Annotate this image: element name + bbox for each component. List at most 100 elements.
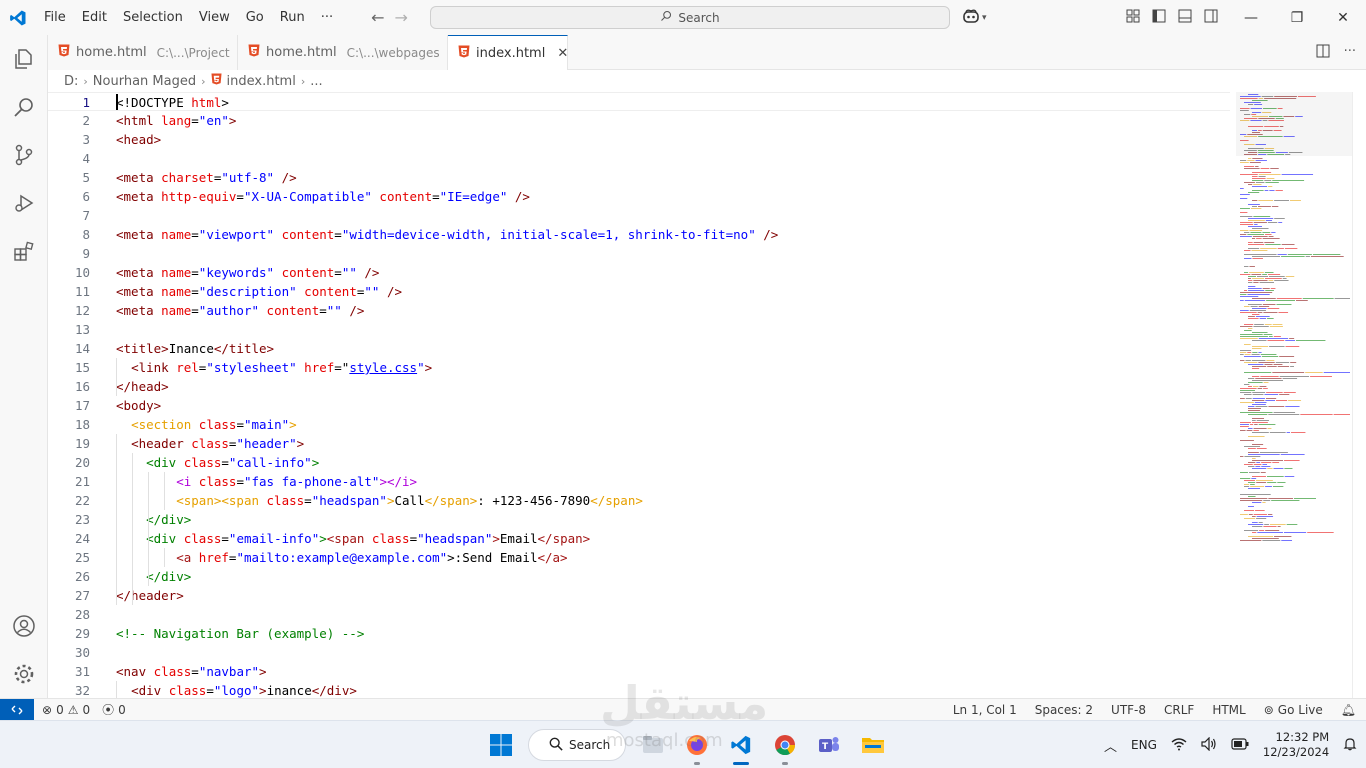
menu-view[interactable]: View — [191, 0, 238, 35]
code-line[interactable]: 28 — [48, 605, 1230, 624]
code-line[interactable]: 1 <!DOCTYPE html> — [48, 92, 1230, 111]
toggle-primary-sidebar-icon[interactable] — [1152, 9, 1166, 27]
command-center-search[interactable]: Search — [430, 6, 950, 29]
menu-more[interactable]: ··· — [313, 0, 341, 35]
extensions-icon[interactable] — [0, 227, 48, 275]
code-line[interactable]: 12 <meta name="author" content="" /> — [48, 301, 1230, 320]
minimap-token — [1255, 406, 1268, 407]
breadcrumb-folder[interactable]: Nourhan Maged — [93, 74, 196, 89]
tab-label: index.html — [476, 45, 546, 61]
close-icon[interactable]: ✕ — [1320, 0, 1366, 35]
code-editor[interactable]: 1 <!DOCTYPE html> 2 <html lang="en"> 3 <head>… — [48, 92, 1230, 698]
code-line[interactable]: 23 </div> — [48, 510, 1230, 529]
code-line[interactable]: 29 <!-- Navigation Bar (example) --> — [48, 624, 1230, 643]
copilot-button[interactable]: ▾ — [962, 8, 987, 28]
tab-home-project[interactable]: home.html C:\...\Project — [48, 35, 238, 70]
code-line[interactable]: 14 <title>Inance</title> — [48, 339, 1230, 358]
code-line[interactable]: 27 </header> — [48, 586, 1230, 605]
code-line[interactable]: 21 <i class="fas fa-phone-alt"></i> — [48, 472, 1230, 491]
source-control-icon[interactable] — [0, 131, 48, 179]
run-debug-icon[interactable] — [0, 179, 48, 227]
minimap-token — [1252, 526, 1263, 527]
tab-index[interactable]: index.html ✕ — [448, 35, 568, 70]
code-line[interactable]: 18 <section class="main"> — [48, 415, 1230, 434]
minimap-token — [1255, 510, 1265, 511]
accounts-icon[interactable] — [0, 602, 48, 650]
code-line[interactable]: 8 <meta name="viewport" content="width=de… — [48, 225, 1230, 244]
maximize-icon[interactable]: ❐ — [1274, 0, 1320, 35]
code-line[interactable]: 13 — [48, 320, 1230, 339]
code-line[interactable]: 9 — [48, 244, 1230, 263]
encoding[interactable]: UTF-8 — [1111, 703, 1146, 717]
line-ending[interactable]: CRLF — [1164, 703, 1194, 717]
breadcrumb-file[interactable]: index.html — [227, 74, 296, 89]
toggle-panel-icon[interactable] — [1178, 9, 1192, 27]
battery-icon[interactable] — [1231, 737, 1249, 753]
more-actions-icon[interactable]: ··· — [1344, 44, 1356, 62]
volume-icon[interactable] — [1201, 736, 1217, 754]
menu-run[interactable]: Run — [272, 0, 313, 35]
code-line[interactable]: 26 </div> — [48, 567, 1230, 586]
folder-icon[interactable] — [856, 728, 890, 762]
minimap[interactable] — [1236, 92, 1352, 698]
minimap-token — [1252, 180, 1264, 181]
menu-edit[interactable]: Edit — [74, 0, 115, 35]
minimap-token — [1248, 436, 1265, 437]
code-line[interactable]: 10 <meta name="keywords" content="" /> — [48, 263, 1230, 282]
menu-go[interactable]: Go — [238, 0, 272, 35]
vertical-scrollbar[interactable] — [1352, 92, 1366, 698]
explorer-icon[interactable] — [0, 35, 48, 83]
wifi-icon[interactable] — [1171, 737, 1187, 754]
minimize-icon[interactable]: — — [1228, 0, 1274, 35]
go-live-button[interactable]: ⊚ Go Live — [1264, 703, 1323, 717]
chrome-icon[interactable] — [768, 728, 802, 765]
minimap-token — [1240, 338, 1258, 339]
cursor-position[interactable]: Ln 1, Col 1 — [953, 703, 1017, 717]
code-line[interactable]: 20 <div class="call-info"> — [48, 453, 1230, 472]
code-line[interactable]: 3 <head> — [48, 130, 1230, 149]
forward-arrow-icon[interactable]: → — [395, 8, 408, 27]
breadcrumb-drive[interactable]: D: — [64, 74, 78, 89]
code-line[interactable]: 17 <body> — [48, 396, 1230, 415]
search-icon[interactable] — [0, 83, 48, 131]
back-arrow-icon[interactable]: ← — [371, 8, 384, 27]
code-line[interactable]: 11 <meta name="description" content="" /> — [48, 282, 1230, 301]
notifications-bell-icon[interactable]: 🔔︎ — [1341, 703, 1356, 717]
customize-layout-icon[interactable] — [1126, 9, 1140, 27]
taskbar-clock[interactable]: 12:32 PM 12/23/2024 — [1263, 730, 1329, 760]
minimap-token — [1252, 176, 1258, 177]
code-line[interactable]: 5 <meta charset="utf-8" /> — [48, 168, 1230, 187]
code-line[interactable]: 16 </head> — [48, 377, 1230, 396]
code-line[interactable]: 19 <header class="header"> — [48, 434, 1230, 453]
language-mode[interactable]: HTML — [1212, 703, 1245, 717]
ports-indicator[interactable]: ⦿ 0 — [102, 701, 126, 718]
code-line[interactable]: 22 <span><span class="headspan">Call</sp… — [48, 491, 1230, 510]
problems-indicator[interactable]: ⊗ 0 ⚠ 0 — [42, 703, 90, 717]
code-line[interactable]: 6 <meta http-equiv="X-UA-Compatible" cont… — [48, 187, 1230, 206]
toggle-secondary-sidebar-icon[interactable] — [1204, 9, 1218, 27]
remote-indicator-icon[interactable] — [0, 698, 34, 721]
minimap-token — [1260, 472, 1266, 473]
code-line[interactable]: 7 — [48, 206, 1230, 225]
gear-icon[interactable] — [0, 650, 48, 698]
code-line[interactable]: 2 <html lang="en"> — [48, 111, 1230, 130]
windows-start-icon[interactable] — [484, 728, 518, 762]
keyboard-language[interactable]: ENG — [1131, 738, 1157, 752]
code-line[interactable]: 25 <a href="mailto:example@example.com">… — [48, 548, 1230, 567]
tab-home-webpages[interactable]: home.html C:\...\webpages — [238, 35, 448, 70]
tab-close-icon[interactable]: ✕ — [557, 46, 568, 61]
code-line[interactable]: 15 <link rel="stylesheet" href="style.cs… — [48, 358, 1230, 377]
menu-file[interactable]: File — [36, 0, 74, 35]
notification-bell-icon[interactable] — [1343, 737, 1357, 754]
vscode-taskbar-icon[interactable] — [724, 728, 758, 765]
indentation[interactable]: Spaces: 2 — [1035, 703, 1093, 717]
breadcrumb-more[interactable]: ... — [310, 74, 322, 89]
code-line[interactable]: 30 — [48, 643, 1230, 662]
teams-icon[interactable]: T — [812, 728, 846, 762]
menu-selection[interactable]: Selection — [115, 0, 191, 35]
code-line[interactable]: 4 — [48, 149, 1230, 168]
chevron-up-icon[interactable]: ︿ — [1104, 736, 1117, 755]
code-line[interactable]: 24 <div class="email-info"><span class="… — [48, 529, 1230, 548]
split-editor-icon[interactable] — [1316, 44, 1330, 62]
